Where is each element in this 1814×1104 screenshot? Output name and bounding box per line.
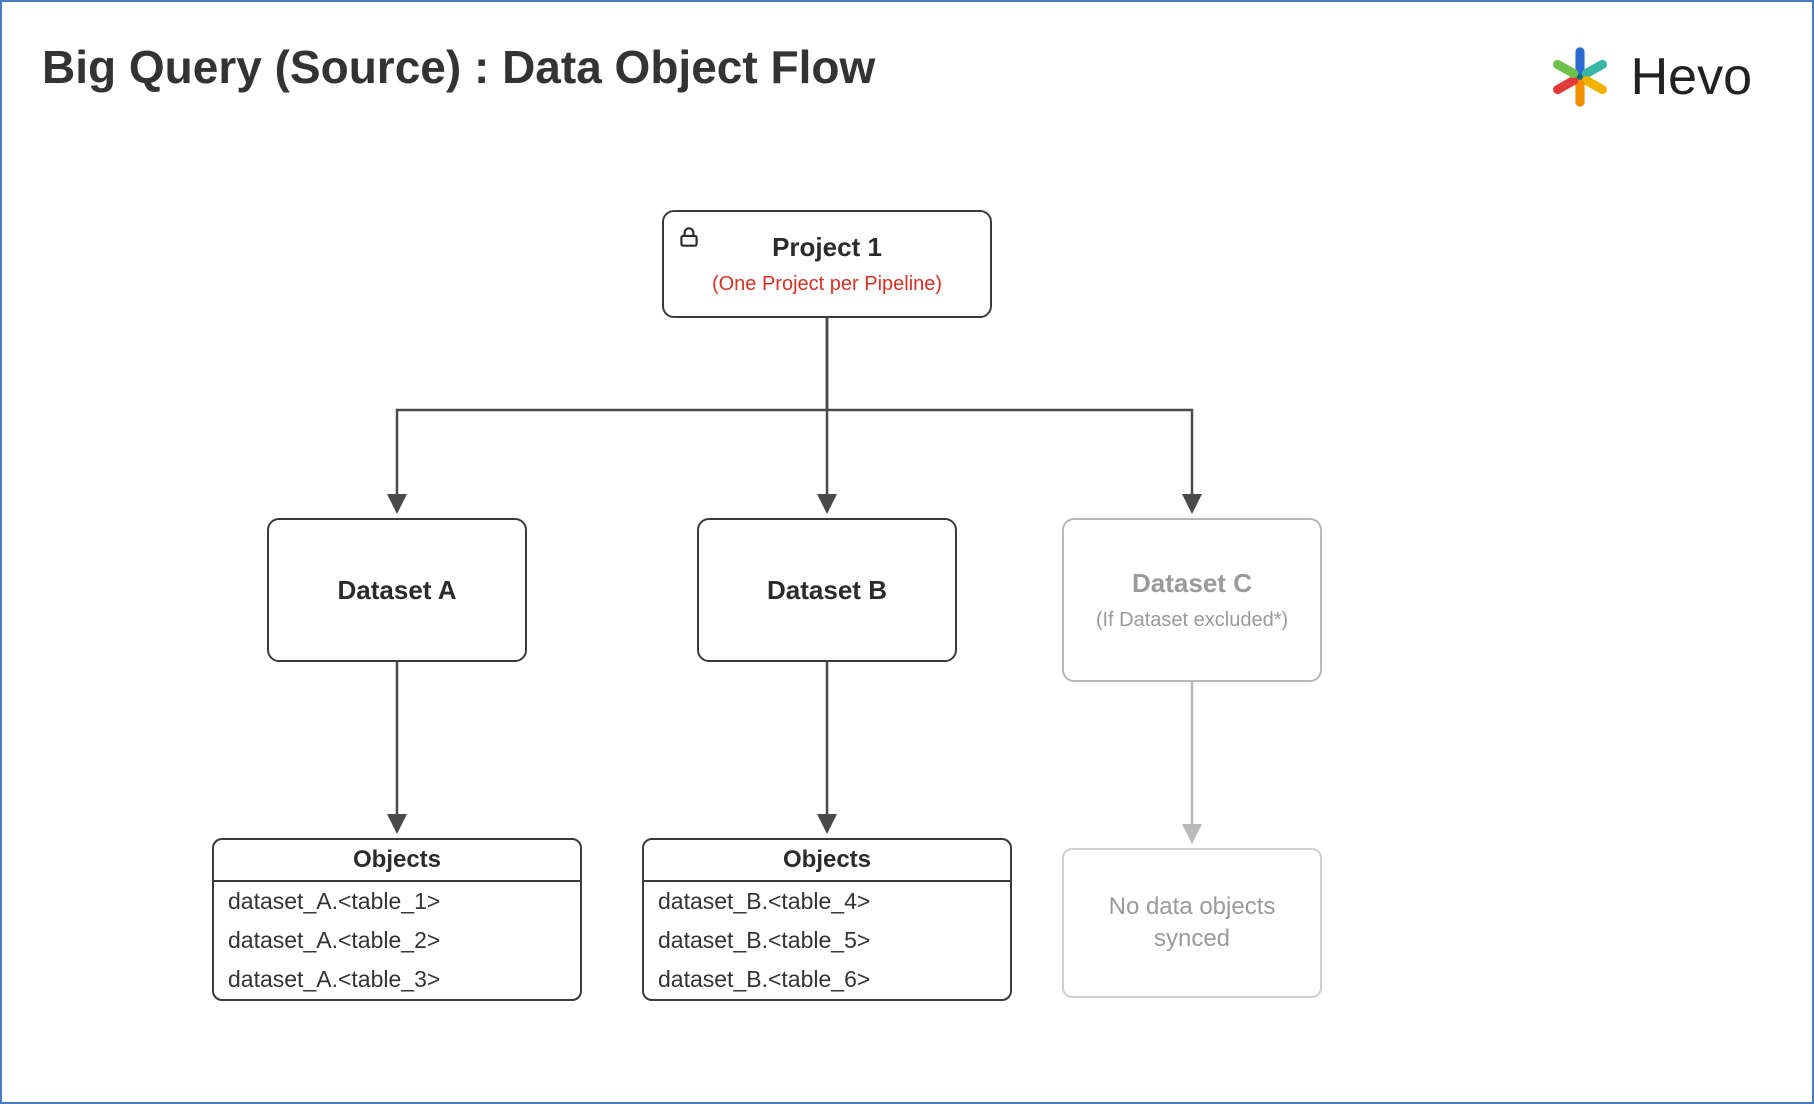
objects-a-table: Objects dataset_A.<table_1> dataset_A.<t… xyxy=(212,838,582,1001)
dataset-a-node: Dataset A xyxy=(267,518,527,662)
project-label: Project 1 xyxy=(772,232,882,263)
brand: Hevo xyxy=(1545,42,1752,112)
brand-name: Hevo xyxy=(1631,47,1752,107)
dataset-label: Dataset C xyxy=(1132,568,1252,599)
dataset-c-node: Dataset C (If Dataset excluded*) xyxy=(1062,518,1322,682)
dataset-label: Dataset A xyxy=(338,575,457,606)
project-note: (One Project per Pipeline) xyxy=(712,273,942,296)
hevo-logo-icon xyxy=(1545,42,1615,112)
table-row: dataset_B.<table_6> xyxy=(644,960,1010,999)
lock-icon xyxy=(676,224,702,250)
dataset-note: (If Dataset excluded*) xyxy=(1096,609,1288,632)
dataset-b-node: Dataset B xyxy=(697,518,957,662)
objects-header: Objects xyxy=(644,840,1010,882)
table-row: dataset_B.<table_4> xyxy=(644,882,1010,921)
dataset-label: Dataset B xyxy=(767,575,887,606)
diagram-frame: Big Query (Source) : Data Object Flow He… xyxy=(0,0,1814,1104)
table-row: dataset_A.<table_2> xyxy=(214,921,580,960)
no-sync-text: No data objects synced xyxy=(1074,891,1310,956)
project-node: Project 1 (One Project per Pipeline) xyxy=(662,210,992,318)
page-title: Big Query (Source) : Data Object Flow xyxy=(42,40,875,94)
no-sync-node: No data objects synced xyxy=(1062,848,1322,998)
objects-b-table: Objects dataset_B.<table_4> dataset_B.<t… xyxy=(642,838,1012,1001)
objects-header: Objects xyxy=(214,840,580,882)
table-row: dataset_A.<table_1> xyxy=(214,882,580,921)
table-row: dataset_B.<table_5> xyxy=(644,921,1010,960)
table-row: dataset_A.<table_3> xyxy=(214,960,580,999)
